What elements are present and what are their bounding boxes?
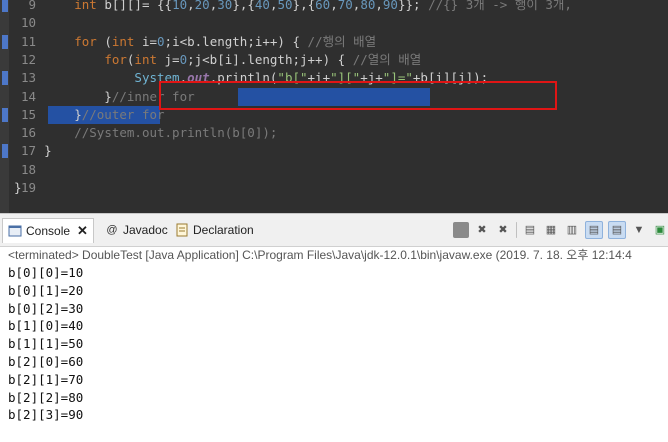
terminate-icon[interactable] xyxy=(453,222,469,238)
code-text: } xyxy=(14,180,22,195)
console-output-line: b[2][1]=70 xyxy=(8,371,84,387)
console-output-line: b[0][0]=10 xyxy=(8,265,84,280)
line-number: 10 xyxy=(20,15,36,31)
toolbar-separator xyxy=(516,222,517,238)
scroll-lock-icon[interactable]: ▦ xyxy=(543,222,559,238)
show-console-on-output-icon[interactable]: ▤ xyxy=(585,221,603,239)
open-console-icon[interactable]: ▣ xyxy=(652,222,668,238)
tab-declaration-label: Declaration xyxy=(193,223,254,237)
word-wrap-icon[interactable]: ▥ xyxy=(564,222,580,238)
console-view-tabbar: Console ✕ @ Javadoc Declaration ✖ ✖ ▤ ▦ … xyxy=(0,213,668,247)
code-text: }//outer for xyxy=(14,106,165,122)
line-number: 18 xyxy=(20,161,36,177)
console-icon xyxy=(8,224,22,238)
code-line-9[interactable]: 9 int b[][]= {{10,20,30},{40,50},{60,70,… xyxy=(0,0,668,14)
code-editor[interactable]: 9 int b[][]= {{10,20,30},{40,50},{60,70,… xyxy=(0,0,668,213)
console-process-label: <terminated> DoubleTest [Java Applicatio… xyxy=(8,248,632,262)
code-line-16[interactable]: 16 //System.out.println(b[0]); xyxy=(0,124,668,142)
remove-launch-icon[interactable]: ✖ xyxy=(474,222,490,238)
code-text: } xyxy=(14,143,52,159)
console-output[interactable]: b[0][0]=10 b[0][1]=20 b[0][2]=30 b[1][0]=40… xyxy=(8,264,83,424)
declaration-icon xyxy=(175,223,189,237)
console-output-line: b[2][2]=80 xyxy=(8,389,84,405)
gutter-marker xyxy=(2,144,8,159)
code-line-10[interactable]: 10 xyxy=(0,14,668,32)
tab-declaration[interactable]: Declaration xyxy=(170,218,259,242)
clear-console-icon[interactable]: ▤ xyxy=(522,222,538,238)
code-line-17[interactable]: 17 } xyxy=(0,142,668,160)
console-output-line: b[0][1]=20 xyxy=(8,282,84,298)
close-icon[interactable]: ✕ xyxy=(77,219,88,243)
code-line-12[interactable]: 12 for(int j=0;j<b[i].length;j++) { //열의… xyxy=(0,51,668,69)
console-output-line: b[1][1]=50 xyxy=(8,336,84,352)
code-line-19[interactable]: 19} xyxy=(0,179,668,197)
highlight-annotation-box xyxy=(159,81,557,110)
code-text: for (int i=0;i<b.length;i++) { //행의 배열 xyxy=(74,33,377,49)
code-text: //System.out.println(b[0]); xyxy=(74,125,278,141)
display-selected-console-icon[interactable]: ▼ xyxy=(631,222,647,238)
tab-javadoc-label: Javadoc xyxy=(123,223,168,237)
console-output-line: b[1][0]=40 xyxy=(8,318,84,334)
gutter-marker xyxy=(2,0,8,12)
pin-console-icon[interactable]: ▤ xyxy=(608,221,626,239)
console-output-line: b[0][2]=30 xyxy=(8,300,84,316)
code-text: int b[][]= {{10,20,30},{40,50},{60,70,80… xyxy=(74,0,572,12)
console-output-line: b[2][0]=60 xyxy=(8,353,84,369)
remove-all-terminated-icon[interactable]: ✖ xyxy=(495,222,511,238)
code-line-11[interactable]: 11 for (int i=0;i<b.length;i++) { //행의 배… xyxy=(0,33,668,51)
gutter-marker xyxy=(2,34,8,49)
code-line-18[interactable]: 18 xyxy=(0,161,668,179)
gutter-marker xyxy=(2,71,8,86)
console-output-line: b[2][3]=90 xyxy=(8,407,84,423)
tab-console-label: Console xyxy=(26,224,71,238)
tab-javadoc[interactable]: @ Javadoc xyxy=(100,218,173,242)
javadoc-icon: @ xyxy=(106,224,118,236)
tab-console[interactable]: Console ✕ xyxy=(2,218,94,243)
code-text: for(int j=0;j<b[i].length;j++) { //열의 배열 xyxy=(104,51,422,67)
gutter-marker xyxy=(2,107,8,122)
console-toolbar: ✖ ✖ ▤ ▦ ▥ ▤ ▤ ▼ ▣ xyxy=(453,219,668,241)
